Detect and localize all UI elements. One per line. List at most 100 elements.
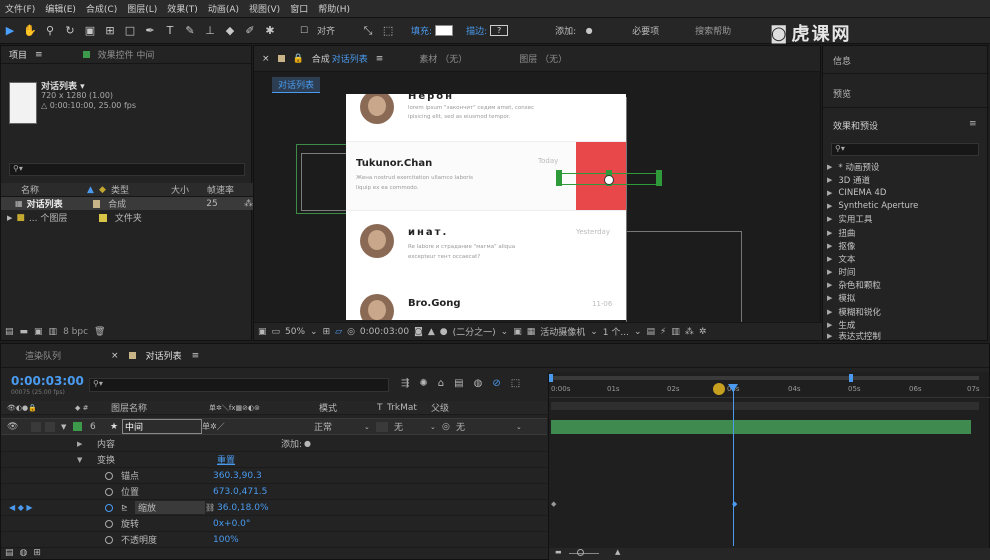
reset-exposure-icon[interactable]: ✲ (699, 327, 707, 337)
effect-category[interactable]: ▶ * 动画预设 (827, 160, 987, 173)
property-row[interactable]: 不透明度 100% (1, 532, 547, 548)
camera-dropdown[interactable]: 活动摄像机 (540, 325, 585, 338)
tab-comp-timeline[interactable]: 对话列表 (146, 349, 182, 362)
flowchart-icon[interactable]: ⁂ (685, 327, 694, 337)
lock-icon[interactable]: 🔒 (293, 54, 304, 64)
pixel-aspect-icon[interactable]: ▤ (647, 327, 656, 337)
search-help[interactable]: 搜索帮助 (695, 24, 731, 37)
rectangle-tool-icon[interactable]: □ (122, 23, 138, 39)
brush-tool-icon[interactable]: ✎ (182, 23, 198, 39)
menu-composition[interactable]: 合成(C) (81, 2, 122, 15)
dropdown-icon[interactable]: ⌄ (364, 423, 376, 431)
dropdown-icon[interactable]: ⌄ (501, 327, 509, 337)
layer-switches-icon[interactable]: 单✲＼fx▦⊘◐⊚ (209, 403, 319, 413)
property-value[interactable]: 360.3,90.3 (213, 471, 262, 481)
menu-window[interactable]: 窗口 (285, 2, 313, 15)
hamburger-icon[interactable]: ≡ (35, 50, 43, 60)
mask-visibility-icon[interactable]: ▱ (335, 327, 342, 337)
time-ruler[interactable]: 0:00s 01s 02s 03s 04s 05s 06s 07s (549, 384, 990, 398)
property-value[interactable]: 36.0,18.0% (217, 503, 269, 513)
draft-3d-icon[interactable]: ✺ (419, 378, 427, 389)
menu-effect[interactable]: 效果(T) (162, 2, 203, 15)
effect-category[interactable]: ▶ 扭曲 (827, 226, 987, 239)
fill-label[interactable]: 填充: (411, 24, 432, 37)
hand-tool-icon[interactable]: ✋ (22, 23, 38, 39)
col-parent[interactable]: 父级 (431, 401, 449, 414)
layer-duration-bar[interactable] (551, 420, 971, 434)
toggle-switches-icon[interactable]: ▤ (5, 548, 14, 558)
property-value[interactable]: 0x+0.0° (213, 519, 250, 529)
anchor-point-icon[interactable] (604, 175, 614, 185)
effects-panel-label[interactable]: 效果和预设 (833, 119, 878, 132)
show-channel-icon[interactable]: ▲ (428, 327, 435, 337)
constrain-proportions-icon[interactable]: ⛓ (205, 503, 215, 512)
motion-blur-icon[interactable]: ◍ (474, 378, 483, 389)
tab-project[interactable]: 项目 (9, 48, 27, 61)
hamburger-icon[interactable]: ≡ (376, 54, 384, 64)
comp-tab-label[interactable]: 合成 (312, 52, 330, 65)
work-area-start[interactable] (549, 374, 553, 382)
stopwatch-active-icon[interactable] (105, 503, 113, 512)
expand-arrow-icon[interactable]: ▶ (7, 214, 12, 222)
parent-dropdown[interactable]: 无 (456, 420, 516, 433)
footage-tab[interactable]: 素材 （无） (419, 52, 467, 65)
effect-category[interactable]: ▶ 实用工具 (827, 213, 987, 226)
work-area-bar[interactable] (551, 376, 979, 380)
menu-file[interactable]: 文件(F) (0, 2, 40, 15)
collapse-arrow-icon[interactable]: ▼ (77, 456, 91, 464)
clone-stamp-tool-icon[interactable]: ⊥ (202, 23, 218, 39)
collapse-arrow-icon[interactable]: ▼ (61, 423, 73, 431)
av-switches-icon[interactable]: 👁◐●🔒 (7, 404, 75, 412)
stopwatch-icon[interactable] (105, 471, 113, 480)
effect-category[interactable]: ▶ 时间 (827, 266, 987, 279)
comp-timecode[interactable]: 0:00:03:00 (360, 327, 409, 337)
layer-label-color[interactable] (73, 422, 82, 431)
resolution-dropdown[interactable]: (二分之一) (453, 325, 496, 338)
menu-animation[interactable]: 动画(A) (203, 2, 244, 15)
camera-tool-icon[interactable]: ▣ (82, 23, 98, 39)
shy-icon[interactable]: ⌂ (438, 378, 444, 389)
tab-effect-controls[interactable]: 效果控件 中间 (98, 48, 155, 61)
layer-switches[interactable]: 单✲／ (202, 421, 314, 432)
selection-tool-icon[interactable]: ▶ (2, 23, 18, 39)
preserve-transparency-switch[interactable] (376, 421, 388, 432)
dropdown-icon[interactable]: ⌄ (590, 327, 598, 337)
effect-category[interactable]: ▶ 模拟 (827, 292, 987, 305)
timeline-icon[interactable]: ▥ (671, 327, 680, 337)
menu-help[interactable]: 帮助(H) (313, 2, 355, 15)
property-row[interactable]: 位置 673.0,471.5 (1, 484, 547, 500)
snapshot-icon[interactable]: ◙ (414, 327, 423, 337)
pan-behind-tool-icon[interactable]: ⊞ (102, 23, 118, 39)
sort-icon[interactable]: ▲ (87, 185, 99, 195)
contents-group-row[interactable]: ▶ 内容 添加: ● (1, 436, 547, 452)
property-row-keyframed[interactable]: ◀ ◆ ▶ ⊵ 缩放 ⛓ 36.0,18.0% (1, 500, 547, 516)
toggle-modes-icon[interactable]: ◍ (20, 548, 28, 558)
rotate-tool-icon[interactable]: ↻ (62, 23, 78, 39)
project-search-input[interactable]: ⚲▾ (9, 163, 245, 176)
stroke-label[interactable]: 描边: (466, 24, 487, 37)
comp-mini-flowchart-icon[interactable]: ⇶ (401, 378, 409, 389)
dropdown-icon[interactable]: ⌄ (310, 327, 318, 337)
color-channel-icon[interactable]: ● (440, 327, 448, 337)
stopwatch-icon[interactable] (105, 535, 113, 544)
new-comp-icon[interactable]: ▣ (34, 327, 43, 337)
label-col-icon[interactable]: ◆ # (75, 404, 111, 412)
pickwhip-icon[interactable]: ◎ (442, 422, 456, 432)
time-zoom-bar[interactable]: ▬ ▲ (549, 548, 990, 560)
project-item-row[interactable]: ▦ 对话列表 合成 25 ⁂ (1, 197, 253, 210)
transform-group-row[interactable]: ▼ 变换 重置 (1, 452, 547, 468)
color-depth-icon[interactable]: ▥ (49, 327, 58, 337)
property-row[interactable]: 旋转 0x+0.0° (1, 516, 547, 532)
project-item-row[interactable]: ▶ ■ ... 个图层 文件夹 (1, 211, 253, 225)
layer-mode-dropdown[interactable]: 正常 (314, 420, 364, 433)
frame-blending-icon[interactable]: ▤ (454, 378, 463, 389)
contents-add-label[interactable]: 添加: (281, 437, 302, 450)
col-type[interactable]: 类型 (111, 183, 171, 196)
work-area-end[interactable] (849, 374, 853, 382)
graph-icon[interactable]: ⊵ (121, 503, 135, 512)
expand-arrow-icon[interactable]: ▶ (77, 440, 91, 448)
snap-icon[interactable]: ⤡ (360, 23, 376, 39)
snap-options-icon[interactable]: ⬚ (380, 23, 396, 39)
property-value[interactable]: 673.0,471.5 (213, 487, 267, 497)
hamburger-icon[interactable]: ≡ (969, 119, 977, 129)
